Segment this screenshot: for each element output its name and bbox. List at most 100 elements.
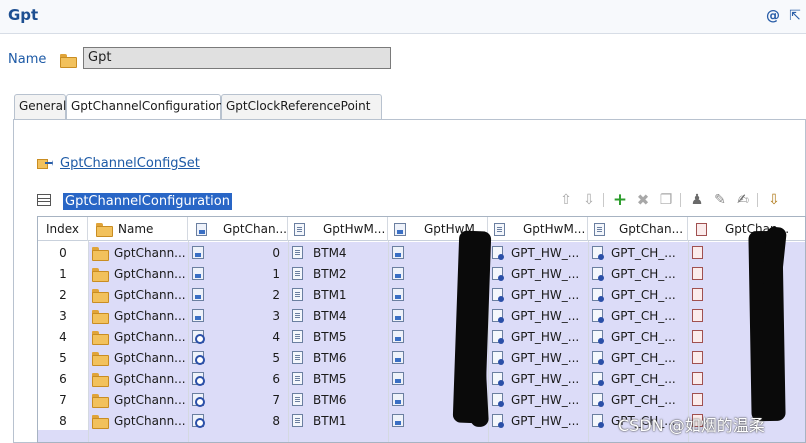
row-name-cell[interactable]: GptChann... [88, 284, 188, 305]
row-name-cell[interactable]: GptChann... [88, 347, 188, 368]
name-input[interactable]: Gpt [83, 47, 391, 69]
row-hw-ref-cell[interactable]: GPT_HW_... [488, 368, 588, 389]
row-name-cell[interactable]: GptChann... [88, 410, 188, 431]
row-name-cell[interactable]: GptChann... [88, 326, 188, 347]
row-hw-ref-cell[interactable]: GPT_HW_... [488, 347, 588, 368]
arrow-down-icon[interactable]: ⇩ [580, 191, 598, 209]
row-channel-id-cell[interactable]: 6 [188, 368, 288, 389]
help-icon[interactable]: @ [764, 7, 782, 25]
row-index: 8 [38, 410, 88, 431]
row-hw-module-cell[interactable]: BTM2 [288, 263, 388, 284]
row-hw-ref-cell[interactable]: GPT_HW_... [488, 263, 588, 284]
table-row[interactable]: 2 GptChann... 2 BTM1 GPT_HW_... GPT_CH_... [38, 284, 805, 305]
column-header-index[interactable]: Index [38, 217, 88, 241]
table-row[interactable]: 4 GptChann... 4 BTM5 GPT_HW_... GPT_CH_... [38, 326, 805, 347]
reference-icon [492, 246, 504, 260]
row-channel-extra-cell[interactable] [688, 347, 805, 368]
row-channel-id-cell[interactable]: 3 [188, 305, 288, 326]
column-header-hw-module[interactable]: GptHwM... [288, 217, 388, 241]
row-channel-ref-cell[interactable]: GPT_CH_... [588, 368, 688, 389]
row-hw-module-cell[interactable]: BTM4 [288, 242, 388, 263]
row-channel-id: 0 [272, 245, 280, 260]
row-channel-ref-cell[interactable]: GPT_CH_... [588, 242, 688, 263]
row-hw-module-cell[interactable]: BTM1 [288, 284, 388, 305]
row-channel-ref-cell[interactable]: GPT_CH_... [588, 284, 688, 305]
row-name-cell[interactable]: GptChann... [88, 389, 188, 410]
row-channel-extra-cell[interactable] [688, 368, 805, 389]
row-name-cell[interactable]: GptChann... [88, 263, 188, 284]
row-hw-ref-cell[interactable]: GPT_HW_... [488, 410, 588, 431]
row-channel-extra-cell[interactable] [688, 284, 805, 305]
row-channel-extra-cell[interactable] [688, 389, 805, 410]
row-hw-module: BTM4 [313, 308, 347, 323]
row-name-cell[interactable]: GptChann... [88, 305, 188, 326]
arrow-up-icon[interactable]: ⇧ [557, 191, 575, 209]
row-hw-module-cell[interactable]: BTM5 [288, 326, 388, 347]
copy-icon[interactable]: ❐ [657, 191, 675, 209]
table-row[interactable]: 3 GptChann... 3 BTM4 GPT_HW_... GPT_CH_... [38, 305, 805, 326]
row-channel-ref-cell[interactable]: GPT_CH_... [588, 305, 688, 326]
table-row[interactable]: 7 GptChann... 7 BTM6 GPT_HW_... GPT_CH_... [38, 389, 805, 410]
user-icon[interactable]: ♟ [688, 191, 706, 209]
row-hw-module-cell[interactable]: BTM5 [288, 368, 388, 389]
row-hw-ref-cell[interactable]: GPT_HW_... [488, 326, 588, 347]
folder-icon [92, 309, 109, 324]
row-hw-ref: GPT_HW_... [511, 371, 580, 386]
open-external-icon[interactable]: ⇱ [786, 7, 804, 25]
row-hw-module: BTM5 [313, 329, 347, 344]
row-channel-id-cell[interactable]: 8 [188, 410, 288, 431]
row-hw-ref-cell[interactable]: GPT_HW_... [488, 242, 588, 263]
row-channel-id-cell[interactable]: 4 [188, 326, 288, 347]
row-channel-ref-cell[interactable]: GPT_CH_... [588, 326, 688, 347]
reference-icon [492, 288, 504, 302]
red-doc-icon [692, 246, 703, 259]
edit-icon[interactable]: ✎ [711, 191, 729, 209]
reference-icon [592, 414, 604, 428]
export-icon[interactable]: ⇩ [765, 191, 783, 209]
column-header-channel-extra[interactable]: GptChan... [688, 217, 805, 241]
row-channel-id: 2 [272, 287, 280, 302]
row-hw-module-cell[interactable]: BTM6 [288, 347, 388, 368]
row-hw-module-cell[interactable]: BTM4 [288, 305, 388, 326]
row-hw-module-cell[interactable]: BTM1 [288, 410, 388, 431]
config-set-link[interactable]: GptChannelConfigSet [60, 156, 200, 171]
tab-general[interactable]: General [14, 94, 66, 119]
row-index: 6 [38, 368, 88, 389]
column-header-channel-id[interactable]: GptChan... [188, 217, 288, 241]
row-channel-id-cell[interactable]: 1 [188, 263, 288, 284]
row-channel-id-cell[interactable]: 0 [188, 242, 288, 263]
tab-gpt-clock-reference-point[interactable]: GptClockReferencePoint [221, 94, 382, 119]
row-hw-ref-cell[interactable]: GPT_HW_... [488, 305, 588, 326]
row-channel-extra-cell[interactable] [688, 326, 805, 347]
number-icon [392, 372, 404, 385]
table-row[interactable]: 5 GptChann... 5 BTM6 GPT_HW_... GPT_CH_... [38, 347, 805, 368]
channel-table[interactable]: Index Name GptChan... GptHwM... GptHwM..… [37, 216, 806, 443]
table-row[interactable]: 6 GptChann... 6 BTM5 GPT_HW_... GPT_CH_... [38, 368, 805, 389]
delete-icon[interactable]: ✖ [634, 191, 652, 209]
column-header-channel-ref[interactable]: GptChan... [588, 217, 688, 241]
row-channel-extra-cell[interactable] [688, 263, 805, 284]
add-icon[interactable]: + [611, 190, 629, 210]
row-channel-extra-cell[interactable] [688, 305, 805, 326]
row-name-cell[interactable]: GptChann... [88, 242, 188, 263]
row-name-cell[interactable]: GptChann... [88, 368, 188, 389]
doc-icon [294, 222, 305, 236]
row-channel-ref-cell[interactable]: GPT_CH_... [588, 347, 688, 368]
row-hw-module-cell[interactable]: BTM6 [288, 389, 388, 410]
row-channel-id-cell[interactable]: 2 [188, 284, 288, 305]
table-row[interactable]: 1 GptChann... 1 BTM2 GPT_HW_... GPT_CH_... [38, 263, 805, 284]
row-channel-id-cell[interactable]: 7 [188, 389, 288, 410]
row-hw-ref-cell[interactable]: GPT_HW_... [488, 389, 588, 410]
row-channel-ref-cell[interactable]: GPT_CH_... [588, 263, 688, 284]
notes-icon[interactable]: ✍ [734, 191, 752, 209]
row-channel-ref-cell[interactable]: GPT_CH_... [588, 389, 688, 410]
column-header-name[interactable]: Name [88, 217, 188, 241]
row-channel-id-cell[interactable]: 5 [188, 347, 288, 368]
column-header-hw-ref[interactable]: GptHwM... [488, 217, 588, 241]
tab-gpt-channel-configuration[interactable]: GptChannelConfiguration [66, 94, 223, 120]
row-channel-extra-cell[interactable] [688, 242, 805, 263]
row-hw-ref-cell[interactable]: GPT_HW_... [488, 284, 588, 305]
doc-icon [292, 267, 303, 280]
table-row[interactable]: 0 GptChann... 0 BTM4 GPT_HW_... GPT_CH_... [38, 242, 805, 263]
doc-icon [292, 414, 303, 427]
